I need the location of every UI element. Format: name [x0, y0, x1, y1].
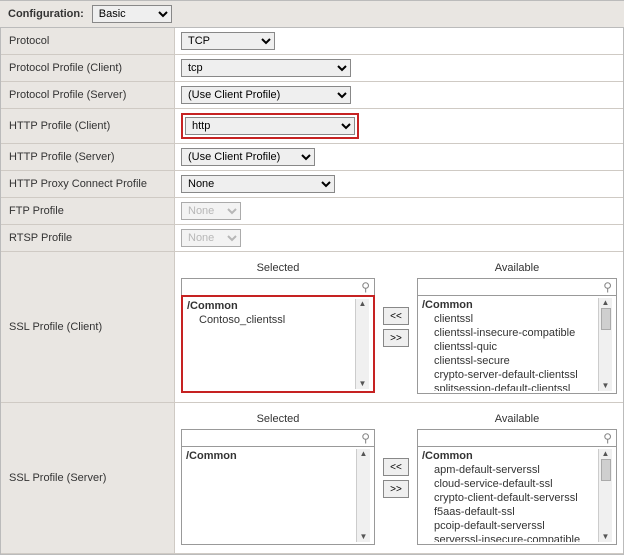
ssl-server-selected-search: ⚲ [181, 429, 375, 447]
ssl-client-available-col: Available ⚲ /Common clientssl clientssl-… [417, 260, 617, 394]
scrollbar[interactable]: ▲ ▼ [598, 298, 612, 391]
chevron-down-icon[interactable]: ▼ [602, 532, 610, 542]
proxy-select[interactable]: None [181, 175, 335, 193]
move-left-button[interactable]: << [383, 458, 409, 476]
row-proxy-label: HTTP Proxy Connect Profile [1, 171, 175, 198]
list-item[interactable]: f5aas-default-ssl [422, 505, 598, 519]
scrollbar-thumb[interactable] [601, 308, 611, 330]
row-http-client-label: HTTP Profile (Client) [1, 109, 175, 144]
scrollbar-thumb[interactable] [601, 459, 611, 481]
list-item[interactable]: splitsession-default-clientssl [422, 382, 598, 391]
search-icon: ⚲ [599, 280, 616, 294]
list-item: /Common [186, 449, 356, 463]
search-icon: ⚲ [599, 431, 616, 445]
http-server-select[interactable]: (Use Client Profile) [181, 148, 315, 166]
ssl-server-available-list[interactable]: /Common apm-default-serverssl cloud-serv… [417, 447, 617, 545]
list-item[interactable]: clientssl-quic [422, 340, 598, 354]
config-bar: Configuration: Basic [0, 0, 624, 28]
list-item[interactable]: Contoso_clientssl [187, 313, 355, 327]
ssl-client-selected-col: Selected ⚲ /Common Contoso_clientssl ▲ ▼ [181, 260, 375, 394]
list-item: /Common [187, 299, 355, 313]
chevron-down-icon[interactable]: ▼ [360, 532, 368, 542]
rtsp-select: None [181, 229, 241, 247]
chevron-down-icon[interactable]: ▼ [359, 379, 367, 389]
list-item: /Common [422, 298, 598, 312]
ssl-client-selected-search: ⚲ [181, 278, 375, 296]
ssl-server-selected-col: Selected ⚲ /Common ▲ ▼ [181, 411, 375, 545]
proto-client-select[interactable]: tcp [181, 59, 351, 77]
config-label: Configuration: [8, 8, 84, 20]
ssl-client-available-list[interactable]: /Common clientssl clientssl-insecure-com… [417, 296, 617, 394]
list-item[interactable]: crypto-client-default-serverssl [422, 491, 598, 505]
config-select[interactable]: Basic [92, 5, 172, 23]
list-item[interactable]: cloud-service-default-ssl [422, 477, 598, 491]
chevron-up-icon[interactable]: ▲ [602, 298, 610, 308]
http-client-highlight: http [181, 113, 359, 139]
proto-server-select[interactable]: (Use Client Profile) [181, 86, 351, 104]
row-proto-client-label: Protocol Profile (Client) [1, 55, 175, 82]
list-item[interactable]: clientssl-secure [422, 354, 598, 368]
selected-header: Selected [181, 411, 375, 429]
row-http-server-label: HTTP Profile (Server) [1, 144, 175, 171]
available-header: Available [417, 411, 617, 429]
move-right-button[interactable]: >> [383, 329, 409, 347]
row-protocol-label: Protocol [1, 28, 175, 55]
ssl-server-selected-search-input[interactable] [182, 430, 357, 446]
chevron-up-icon[interactable]: ▲ [360, 449, 368, 459]
chevron-up-icon[interactable]: ▲ [602, 449, 610, 459]
row-ftp-label: FTP Profile [1, 198, 175, 225]
list-item[interactable]: pcoip-default-serverssl [422, 519, 598, 533]
config-table: Protocol TCP Protocol Profile (Client) t… [1, 28, 623, 554]
ssl-server-available-search-input[interactable] [418, 430, 599, 446]
available-header: Available [417, 260, 617, 278]
ssl-client-selected-list[interactable]: /Common Contoso_clientssl ▲ ▼ [181, 295, 375, 393]
ssl-client-selected-search-input[interactable] [182, 279, 357, 295]
row-proto-server-label: Protocol Profile (Server) [1, 82, 175, 109]
search-icon: ⚲ [357, 280, 374, 294]
chevron-up-icon[interactable]: ▲ [359, 299, 367, 309]
search-icon: ⚲ [357, 431, 374, 445]
ssl-client-available-search-input[interactable] [418, 279, 599, 295]
selected-header: Selected [181, 260, 375, 278]
row-rtsp-label: RTSP Profile [1, 225, 175, 252]
protocol-select[interactable]: TCP [181, 32, 275, 50]
ssl-server-available-col: Available ⚲ /Common apm-default-serverss… [417, 411, 617, 545]
move-right-button[interactable]: >> [383, 480, 409, 498]
scrollbar[interactable]: ▲ ▼ [355, 299, 369, 389]
list-item[interactable]: clientssl [422, 312, 598, 326]
list-item[interactable]: crypto-server-default-clientssl [422, 368, 598, 382]
ftp-select: None [181, 202, 241, 220]
http-client-select[interactable]: http [185, 117, 355, 135]
row-ssl-client-label: SSL Profile (Client) [1, 252, 175, 403]
scrollbar[interactable]: ▲ ▼ [356, 449, 370, 542]
list-item[interactable]: apm-default-serverssl [422, 463, 598, 477]
ssl-server-available-search: ⚲ [417, 429, 617, 447]
list-item: /Common [422, 449, 598, 463]
scrollbar[interactable]: ▲ ▼ [598, 449, 612, 542]
row-ssl-server-label: SSL Profile (Server) [1, 403, 175, 554]
chevron-down-icon[interactable]: ▼ [602, 381, 610, 391]
list-item[interactable]: serverssl-insecure-compatible [422, 533, 598, 542]
ssl-server-selected-list[interactable]: /Common ▲ ▼ [181, 447, 375, 545]
list-item[interactable]: clientssl-insecure-compatible [422, 326, 598, 340]
move-left-button[interactable]: << [383, 307, 409, 325]
ssl-client-available-search: ⚲ [417, 278, 617, 296]
